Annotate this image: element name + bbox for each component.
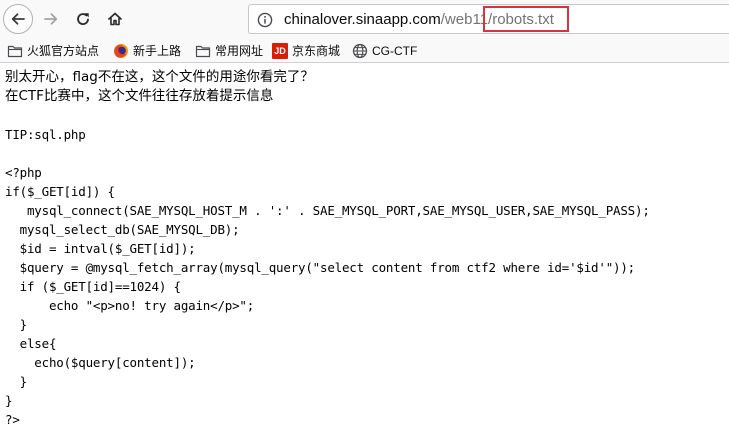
back-button[interactable] (3, 4, 33, 34)
code-line: ?> (5, 412, 20, 427)
navigation-toolbar: chinalover.sinaapp.com/web11/robots.txt (0, 0, 729, 38)
home-icon (108, 12, 122, 26)
back-arrow-icon (11, 13, 25, 25)
bookmark-label: 新手上路 (133, 44, 182, 58)
code-line: echo "<p>no! try again</p>"; (5, 298, 255, 313)
bookmark-label: 火狐官方站点 (27, 44, 100, 58)
tip-line: TIP:sql.php (5, 127, 86, 142)
url-path: /web11 (440, 11, 489, 28)
code-line: mysql_select_db(SAE_MYSQL_DB); (5, 222, 240, 237)
code-line: mysql_connect(SAE_MYSQL_HOST_M . ':' . S… (5, 203, 650, 218)
message-line: 在CTF比赛中，这个文件往往存放着提示信息 (5, 88, 274, 104)
folder-icon (195, 45, 211, 57)
url-highlight-box (483, 6, 569, 32)
url-domain: chinalover.sinaapp.com (284, 11, 441, 28)
code-line: } (5, 317, 28, 332)
bookmark-jd-mall[interactable]: JD 京东商城 (272, 41, 340, 60)
forward-arrow-icon (44, 13, 58, 25)
bookmark-label: 常用网址 (215, 44, 264, 58)
bookmark-getting-started[interactable]: 新手上路 (113, 41, 181, 60)
forward-button[interactable] (36, 4, 66, 34)
reload-button[interactable] (68, 4, 98, 34)
code-line: echo($query[content]); (5, 355, 196, 370)
firefox-icon (114, 43, 128, 58)
address-bar[interactable]: chinalover.sinaapp.com/web11/robots.txt (248, 4, 729, 34)
bookmark-label: 京东商城 (292, 44, 341, 58)
bookmark-firefox-official[interactable]: 火狐官方站点 (7, 41, 99, 60)
code-line: $query = @mysql_fetch_array(mysql_query(… (5, 260, 636, 275)
home-button[interactable] (100, 4, 130, 34)
globe-icon (352, 43, 368, 58)
bookmark-common-sites[interactable]: 常用网址 (195, 41, 263, 60)
code-line: if($_GET[id]) { (5, 184, 115, 199)
reload-icon (77, 13, 89, 25)
code-line: $id = intval($_GET[id]); (5, 241, 196, 256)
message-line: 别太开心，flag不在这，这个文件的用途你看完了？ (5, 69, 314, 85)
code-line: if ($_GET[id]==1024) { (5, 279, 181, 294)
folder-icon (7, 45, 23, 57)
page-content: 别太开心，flag不在这，这个文件的用途你看完了？ 在CTF比赛中，这个文件往往… (5, 68, 725, 429)
code-line: } (5, 374, 28, 389)
jd-icon: JD (272, 42, 288, 59)
code-line: else{ (5, 336, 57, 351)
bookmarks-toolbar: 火狐官方站点 新手上路 常用网址 JD 京东商城 CG-CTF (0, 38, 729, 63)
bookmark-label: CG-CTF (372, 43, 418, 58)
bookmark-cg-ctf[interactable]: CG-CTF (352, 41, 417, 60)
code-line: <?php (5, 165, 42, 180)
info-icon[interactable] (257, 12, 273, 28)
code-line: } (5, 393, 13, 408)
